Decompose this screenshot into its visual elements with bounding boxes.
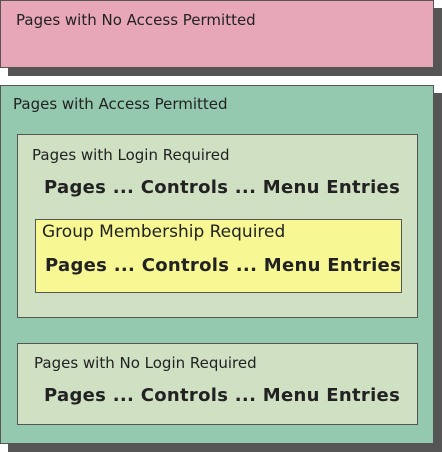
- no-access-title: Pages with No Access Permitted: [16, 11, 256, 29]
- no-access-box: Pages with No Access Permitted: [0, 0, 434, 68]
- group-membership-entries: Pages ... Controls ... Menu Entries: [45, 255, 402, 276]
- no-login-required-entries: Pages ... Controls ... Menu Entries: [44, 385, 401, 406]
- access-permitted-title: Pages with Access Permitted: [13, 95, 228, 113]
- login-required-entries: Pages ... Controls ... Menu Entries: [44, 177, 401, 198]
- login-required-title: Pages with Login Required: [32, 146, 230, 164]
- group-membership-box: Group Membership Required Pages ... Cont…: [35, 219, 402, 293]
- access-permitted-box: Pages with Access Permitted Pages with L…: [0, 85, 434, 444]
- no-login-required-title: Pages with No Login Required: [34, 354, 257, 372]
- login-required-box: Pages with Login Required Pages ... Cont…: [17, 134, 418, 318]
- no-login-required-box: Pages with No Login Required Pages ... C…: [17, 343, 418, 425]
- group-membership-title: Group Membership Required: [42, 222, 286, 242]
